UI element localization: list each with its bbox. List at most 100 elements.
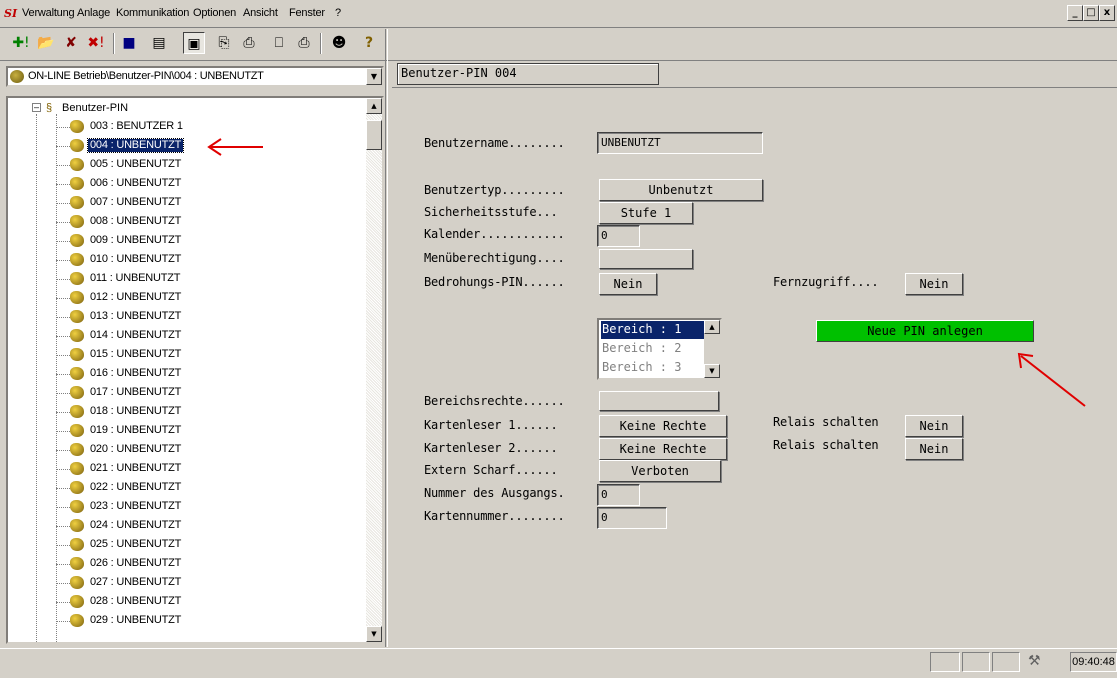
- kartennummer-label: Kartennummer........: [424, 509, 565, 523]
- sicherheitsstufe-button[interactable]: Stufe 1: [599, 202, 693, 224]
- user-pin-icon: [70, 405, 84, 418]
- paste-icon[interactable]: ⎙: [238, 32, 260, 54]
- tree-line: [56, 374, 70, 375]
- tree-line: [56, 317, 70, 318]
- delete-icon[interactable]: ✘: [60, 32, 82, 54]
- relais1-button[interactable]: Nein: [905, 415, 963, 437]
- collapse-icon[interactable]: –: [32, 103, 41, 112]
- user-icon[interactable]: ☻: [328, 32, 350, 54]
- app-icon[interactable]: SI: [4, 6, 20, 21]
- menu-kommunikation[interactable]: Kommunikation: [116, 7, 189, 19]
- scroll-down-icon[interactable]: ▼: [704, 364, 720, 378]
- save-icon[interactable]: ■: [118, 32, 140, 54]
- menu-anlage[interactable]: Anlage: [77, 7, 110, 19]
- bedrohungs-pin-button[interactable]: Nein: [599, 273, 657, 295]
- neue-pin-anlegen-button[interactable]: Neue PIN anlegen: [816, 320, 1034, 342]
- relais2-button[interactable]: Nein: [905, 438, 963, 460]
- new-icon[interactable]: ✚!: [10, 32, 32, 54]
- menu-help[interactable]: ?: [335, 7, 341, 19]
- minimize-icon[interactable]: _: [1067, 5, 1083, 21]
- scroll-up-icon[interactable]: ▲: [366, 98, 382, 114]
- relais2-label: Relais schalten: [773, 438, 879, 452]
- tree-line: [56, 241, 70, 242]
- tree-item-label: 010 : UNBENUTZT: [90, 253, 182, 265]
- user-pin-icon: [70, 329, 84, 342]
- menueberechtigung-button[interactable]: [599, 249, 693, 269]
- fernzugriff-label: Fernzugriff....: [773, 275, 879, 289]
- user-pin-icon: [70, 291, 84, 304]
- kalender-field[interactable]: 0: [597, 225, 640, 247]
- sicherheitsstufe-label: Sicherheitsstufe...: [424, 205, 558, 219]
- open-icon[interactable]: 📂: [35, 32, 57, 54]
- fernzugriff-button[interactable]: Nein: [905, 273, 963, 295]
- copy-icon[interactable]: ⎘: [213, 32, 235, 54]
- tree-item-label: 029 : UNBENUTZT: [90, 614, 182, 626]
- pin-tree: – § Benutzer-PIN 003 : BENUTZER 1 004 : U…: [6, 96, 384, 644]
- user-pin-icon: [70, 519, 84, 532]
- scroll-thumb[interactable]: [366, 120, 382, 150]
- tree-item-label: 005 : UNBENUTZT: [90, 158, 182, 170]
- bereich-item[interactable]: Bereich : 1: [601, 321, 705, 339]
- print-icon[interactable]: ⎙: [293, 32, 315, 54]
- tree-line: [56, 184, 70, 185]
- benutzertyp-button[interactable]: Unbenutzt: [599, 179, 763, 201]
- user-pin-icon: [70, 196, 84, 209]
- kartennummer-field[interactable]: 0: [597, 507, 667, 529]
- network-icon: [10, 70, 24, 83]
- user-pin-icon: [70, 614, 84, 627]
- tree-line: [56, 583, 70, 584]
- tree-line: [56, 298, 70, 299]
- user-pin-icon: [70, 462, 84, 475]
- user-pin-icon: [70, 215, 84, 228]
- path-dropdown[interactable]: ON-LINE Betrieb\Benutzer-PIN\004 : UNBEN…: [6, 66, 384, 87]
- scroll-down-icon[interactable]: ▼: [366, 626, 382, 642]
- tree-item-label: 028 : UNBENUTZT: [90, 595, 182, 607]
- tree-line: [56, 545, 70, 546]
- user-pin-icon: [70, 120, 84, 133]
- user-pin-icon: [70, 424, 84, 437]
- tree-item-label: 015 : UNBENUTZT: [90, 348, 182, 360]
- menu-verwaltung[interactable]: Verwaltung: [22, 7, 75, 19]
- benutzername-field[interactable]: UNBENUTZT: [597, 132, 763, 154]
- menueberechtigung-label: Menüberechtigung....: [424, 251, 565, 265]
- menu-ansicht[interactable]: Ansicht: [243, 7, 278, 19]
- print-preview-icon[interactable]: ⎕: [268, 32, 290, 54]
- user-pin-icon: [70, 310, 84, 323]
- tree-line: [56, 526, 70, 527]
- user-pin-icon: [70, 272, 84, 285]
- extern-scharf-button[interactable]: Verboten: [599, 460, 721, 482]
- image-icon[interactable]: ▣: [183, 32, 205, 54]
- status-cell: [992, 652, 1020, 672]
- chevron-down-icon[interactable]: ▼: [366, 68, 382, 85]
- bereichsrechte-button[interactable]: [599, 391, 719, 411]
- benutzername-label: Benutzername........: [424, 136, 565, 150]
- bereich-scrollbar[interactable]: ▲ ▼: [704, 320, 720, 378]
- user-pin-icon: [70, 139, 84, 152]
- kartenleser1-button[interactable]: Keine Rechte: [599, 415, 727, 437]
- status-cell: [930, 652, 960, 672]
- delete-all-icon[interactable]: ✖!: [85, 32, 107, 54]
- properties-icon[interactable]: ▤: [148, 32, 170, 54]
- kartenleser2-button[interactable]: Keine Rechte: [599, 438, 727, 460]
- tree-scrollbar[interactable]: ▲ ▼: [366, 98, 382, 642]
- tree-item-label: 012 : UNBENUTZT: [90, 291, 182, 303]
- user-pin-icon: [70, 348, 84, 361]
- menu-optionen[interactable]: Optionen: [193, 7, 236, 19]
- help-icon[interactable]: ?: [358, 32, 380, 54]
- user-pin-icon: [70, 386, 84, 399]
- restore-icon[interactable]: □: [1083, 5, 1099, 21]
- scroll-up-icon[interactable]: ▲: [704, 320, 720, 334]
- bereich-list[interactable]: Bereich : 1 Bereich : 2 Bereich : 3 ▲ ▼: [597, 318, 722, 380]
- benutzertyp-label: Benutzertyp.........: [424, 183, 565, 197]
- bereich-item[interactable]: Bereich : 3: [601, 359, 705, 377]
- tree-item-label: 024 : UNBENUTZT: [90, 519, 182, 531]
- pane-splitter[interactable]: [385, 29, 388, 647]
- user-pin-icon: [70, 253, 84, 266]
- menu-fenster[interactable]: Fenster: [289, 7, 325, 19]
- tree-line: [36, 114, 37, 642]
- close-icon[interactable]: x: [1099, 5, 1115, 21]
- kalender-label: Kalender............: [424, 227, 565, 241]
- tree-item-label: 022 : UNBENUTZT: [90, 481, 182, 493]
- ausgang-field[interactable]: 0: [597, 484, 640, 506]
- bereich-item[interactable]: Bereich : 2: [601, 340, 705, 358]
